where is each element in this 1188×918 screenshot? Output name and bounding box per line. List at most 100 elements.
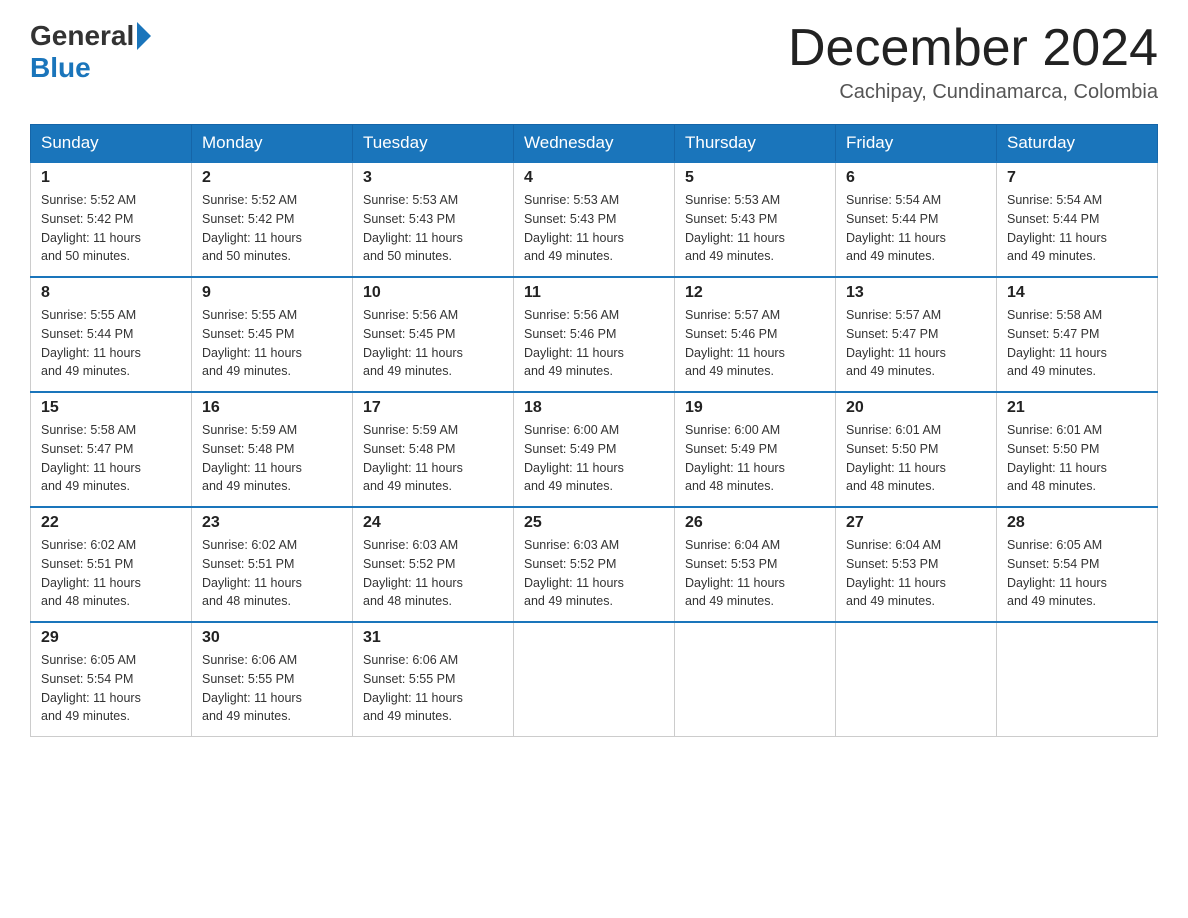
calendar-cell: 17 Sunrise: 5:59 AMSunset: 5:48 PMDayligh…: [353, 392, 514, 507]
day-info: Sunrise: 6:04 AMSunset: 5:53 PMDaylight:…: [846, 536, 986, 611]
day-number: 4: [524, 169, 664, 187]
logo-arrow-icon: [137, 22, 151, 50]
calendar-cell: 7 Sunrise: 5:54 AMSunset: 5:44 PMDaylight…: [997, 162, 1158, 277]
calendar-cell: 27 Sunrise: 6:04 AMSunset: 5:53 PMDayligh…: [836, 507, 997, 622]
calendar-cell: 24 Sunrise: 6:03 AMSunset: 5:52 PMDayligh…: [353, 507, 514, 622]
day-info: Sunrise: 5:55 AMSunset: 5:44 PMDaylight:…: [41, 306, 181, 381]
calendar-header-wednesday: Wednesday: [514, 125, 675, 163]
day-info: Sunrise: 5:52 AMSunset: 5:42 PMDaylight:…: [202, 191, 342, 266]
calendar-week-row: 22 Sunrise: 6:02 AMSunset: 5:51 PMDayligh…: [31, 507, 1158, 622]
day-info: Sunrise: 5:52 AMSunset: 5:42 PMDaylight:…: [41, 191, 181, 266]
calendar-cell: 28Sunrise: 6:05 AMSunset: 5:54 PMDayligh…: [997, 507, 1158, 622]
calendar-cell: 2 Sunrise: 5:52 AMSunset: 5:42 PMDaylight…: [192, 162, 353, 277]
day-number: 24: [363, 514, 503, 532]
page-header: General Blue December 2024 Cachipay, Cun…: [30, 20, 1158, 104]
day-info: Sunrise: 5:53 AMSunset: 5:43 PMDaylight:…: [685, 191, 825, 266]
day-info: Sunrise: 5:58 AMSunset: 5:47 PMDaylight:…: [1007, 306, 1147, 381]
calendar-cell: 29 Sunrise: 6:05 AMSunset: 5:54 PMDayligh…: [31, 622, 192, 737]
calendar-cell: 5 Sunrise: 5:53 AMSunset: 5:43 PMDaylight…: [675, 162, 836, 277]
day-number: 15: [41, 399, 181, 417]
calendar-cell: 9 Sunrise: 5:55 AMSunset: 5:45 PMDaylight…: [192, 277, 353, 392]
calendar-week-row: 1 Sunrise: 5:52 AMSunset: 5:42 PMDaylight…: [31, 162, 1158, 277]
day-info: Sunrise: 6:03 AMSunset: 5:52 PMDaylight:…: [524, 536, 664, 611]
calendar-cell: 3 Sunrise: 5:53 AMSunset: 5:43 PMDaylight…: [353, 162, 514, 277]
day-info: Sunrise: 6:03 AMSunset: 5:52 PMDaylight:…: [363, 536, 503, 611]
day-number: 30: [202, 629, 342, 647]
day-number: 2: [202, 169, 342, 187]
calendar-cell: [836, 622, 997, 737]
calendar-table: SundayMondayTuesdayWednesdayThursdayFrid…: [30, 124, 1158, 737]
calendar-header-row: SundayMondayTuesdayWednesdayThursdayFrid…: [31, 125, 1158, 163]
day-number: 16: [202, 399, 342, 417]
day-info: Sunrise: 5:56 AMSunset: 5:45 PMDaylight:…: [363, 306, 503, 381]
day-number: 5: [685, 169, 825, 187]
day-number: 6: [846, 169, 986, 187]
month-title: December 2024: [788, 20, 1158, 77]
day-info: Sunrise: 5:59 AMSunset: 5:48 PMDaylight:…: [202, 421, 342, 496]
calendar-cell: 11Sunrise: 5:56 AMSunset: 5:46 PMDayligh…: [514, 277, 675, 392]
calendar-header-tuesday: Tuesday: [353, 125, 514, 163]
day-number: 25: [524, 514, 664, 532]
day-number: 17: [363, 399, 503, 417]
day-info: Sunrise: 6:02 AMSunset: 5:51 PMDaylight:…: [202, 536, 342, 611]
calendar-cell: 14Sunrise: 5:58 AMSunset: 5:47 PMDayligh…: [997, 277, 1158, 392]
calendar-header-saturday: Saturday: [997, 125, 1158, 163]
day-info: Sunrise: 5:59 AMSunset: 5:48 PMDaylight:…: [363, 421, 503, 496]
day-info: Sunrise: 5:57 AMSunset: 5:47 PMDaylight:…: [846, 306, 986, 381]
day-number: 3: [363, 169, 503, 187]
logo: General Blue: [30, 20, 154, 84]
calendar-cell: [675, 622, 836, 737]
day-info: Sunrise: 6:00 AMSunset: 5:49 PMDaylight:…: [685, 421, 825, 496]
logo-general-text: General: [30, 20, 134, 52]
calendar-header-thursday: Thursday: [675, 125, 836, 163]
day-info: Sunrise: 6:05 AMSunset: 5:54 PMDaylight:…: [41, 651, 181, 726]
calendar-cell: 31 Sunrise: 6:06 AMSunset: 5:55 PMDayligh…: [353, 622, 514, 737]
calendar-cell: [514, 622, 675, 737]
day-info: Sunrise: 5:53 AMSunset: 5:43 PMDaylight:…: [524, 191, 664, 266]
day-info: Sunrise: 5:54 AMSunset: 5:44 PMDaylight:…: [1007, 191, 1147, 266]
calendar-cell: 16 Sunrise: 5:59 AMSunset: 5:48 PMDayligh…: [192, 392, 353, 507]
day-number: 19: [685, 399, 825, 417]
day-number: 31: [363, 629, 503, 647]
day-number: 12: [685, 284, 825, 302]
calendar-cell: 23Sunrise: 6:02 AMSunset: 5:51 PMDayligh…: [192, 507, 353, 622]
calendar-header-sunday: Sunday: [31, 125, 192, 163]
calendar-cell: 19 Sunrise: 6:00 AMSunset: 5:49 PMDayligh…: [675, 392, 836, 507]
day-info: Sunrise: 5:55 AMSunset: 5:45 PMDaylight:…: [202, 306, 342, 381]
calendar-cell: 4 Sunrise: 5:53 AMSunset: 5:43 PMDaylight…: [514, 162, 675, 277]
calendar-week-row: 15 Sunrise: 5:58 AMSunset: 5:47 PMDayligh…: [31, 392, 1158, 507]
calendar-week-row: 29 Sunrise: 6:05 AMSunset: 5:54 PMDayligh…: [31, 622, 1158, 737]
day-number: 29: [41, 629, 181, 647]
day-info: Sunrise: 5:58 AMSunset: 5:47 PMDaylight:…: [41, 421, 181, 496]
day-number: 27: [846, 514, 986, 532]
day-info: Sunrise: 6:02 AMSunset: 5:51 PMDaylight:…: [41, 536, 181, 611]
day-info: Sunrise: 6:06 AMSunset: 5:55 PMDaylight:…: [363, 651, 503, 726]
calendar-cell: 12Sunrise: 5:57 AMSunset: 5:46 PMDayligh…: [675, 277, 836, 392]
day-info: Sunrise: 6:00 AMSunset: 5:49 PMDaylight:…: [524, 421, 664, 496]
day-number: 8: [41, 284, 181, 302]
day-info: Sunrise: 6:04 AMSunset: 5:53 PMDaylight:…: [685, 536, 825, 611]
day-number: 18: [524, 399, 664, 417]
day-number: 7: [1007, 169, 1147, 187]
calendar-cell: 22 Sunrise: 6:02 AMSunset: 5:51 PMDayligh…: [31, 507, 192, 622]
day-number: 11: [524, 284, 664, 302]
day-info: Sunrise: 6:01 AMSunset: 5:50 PMDaylight:…: [846, 421, 986, 496]
calendar-header-friday: Friday: [836, 125, 997, 163]
day-info: Sunrise: 6:06 AMSunset: 5:55 PMDaylight:…: [202, 651, 342, 726]
calendar-cell: [997, 622, 1158, 737]
day-number: 20: [846, 399, 986, 417]
calendar-header-monday: Monday: [192, 125, 353, 163]
calendar-cell: 6 Sunrise: 5:54 AMSunset: 5:44 PMDaylight…: [836, 162, 997, 277]
calendar-cell: 30 Sunrise: 6:06 AMSunset: 5:55 PMDayligh…: [192, 622, 353, 737]
day-number: 28: [1007, 514, 1147, 532]
location: Cachipay, Cundinamarca, Colombia: [788, 81, 1158, 104]
calendar-cell: 1 Sunrise: 5:52 AMSunset: 5:42 PMDaylight…: [31, 162, 192, 277]
calendar-cell: 26Sunrise: 6:04 AMSunset: 5:53 PMDayligh…: [675, 507, 836, 622]
day-number: 1: [41, 169, 181, 187]
day-info: Sunrise: 5:53 AMSunset: 5:43 PMDaylight:…: [363, 191, 503, 266]
calendar-cell: 13Sunrise: 5:57 AMSunset: 5:47 PMDayligh…: [836, 277, 997, 392]
day-info: Sunrise: 5:54 AMSunset: 5:44 PMDaylight:…: [846, 191, 986, 266]
day-number: 22: [41, 514, 181, 532]
day-number: 9: [202, 284, 342, 302]
day-info: Sunrise: 6:01 AMSunset: 5:50 PMDaylight:…: [1007, 421, 1147, 496]
